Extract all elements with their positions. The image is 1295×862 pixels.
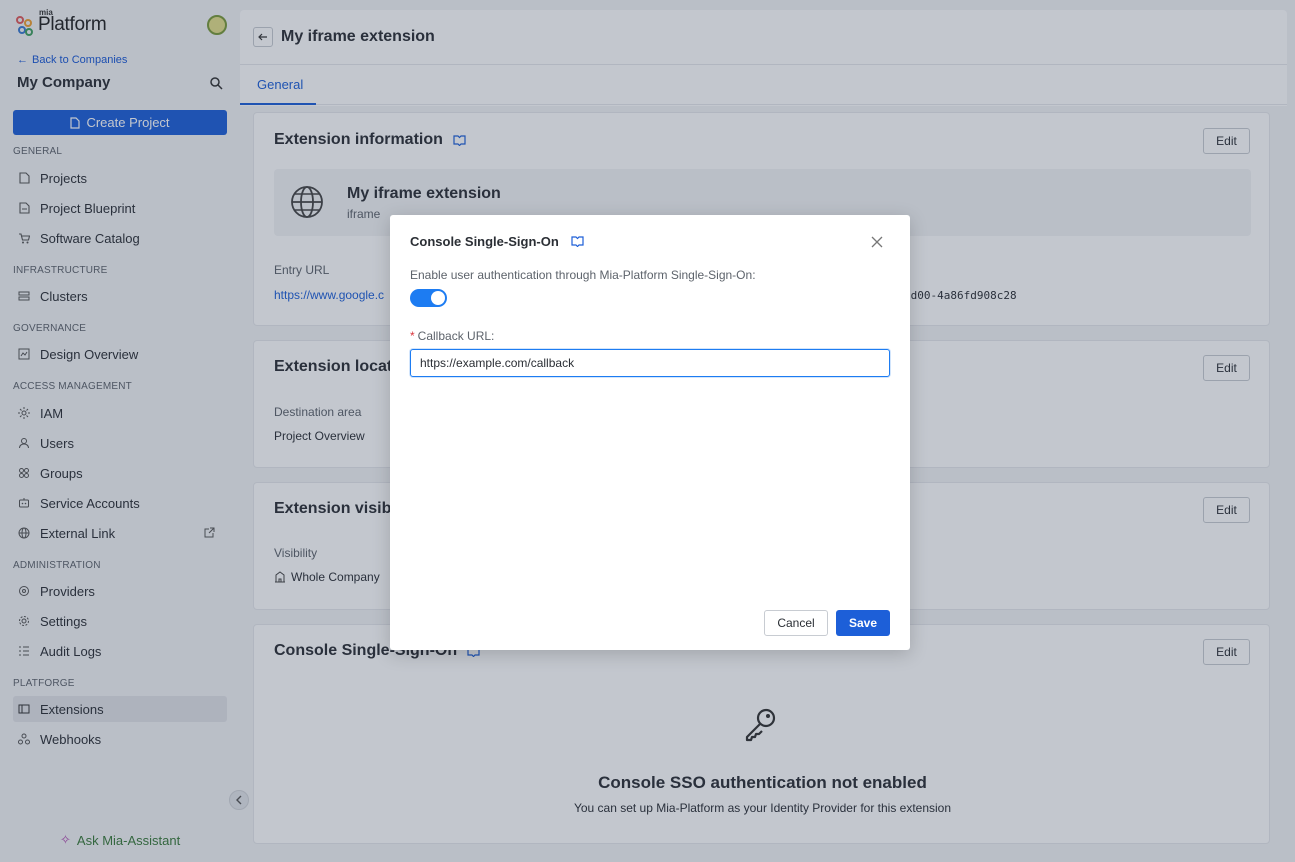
modal-title: Console Single-Sign-On: [410, 234, 584, 249]
sso-toggle[interactable]: [410, 289, 447, 307]
callback-url-label: * Callback URL:: [410, 329, 494, 343]
modal-title-text: Console Single-Sign-On: [410, 234, 559, 249]
save-button[interactable]: Save: [836, 610, 890, 636]
sso-modal: Console Single-Sign-On Enable user authe…: [390, 215, 910, 650]
cancel-button[interactable]: Cancel: [764, 610, 828, 636]
callback-url-label-text: Callback URL:: [417, 329, 495, 343]
callback-url-input[interactable]: [410, 349, 890, 377]
docs-book-icon[interactable]: [571, 236, 584, 247]
toggle-knob: [431, 291, 445, 305]
close-icon[interactable]: [870, 235, 884, 249]
sso-toggle-label: Enable user authentication through Mia-P…: [410, 268, 756, 282]
required-asterisk: *: [410, 329, 415, 343]
